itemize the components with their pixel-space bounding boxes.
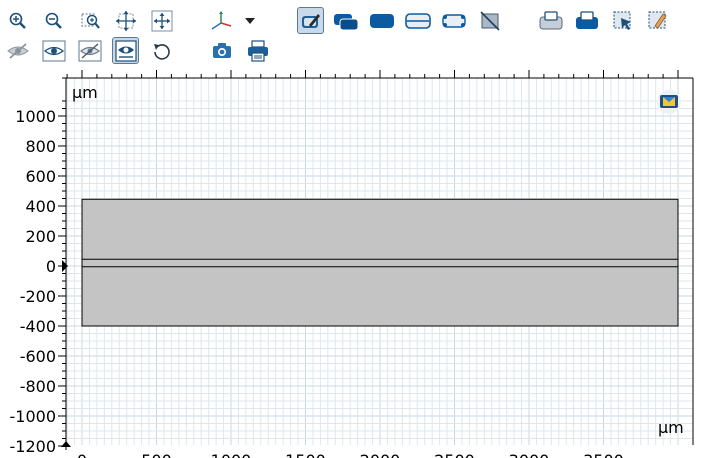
zoom-box-icon [81, 13, 100, 29]
build-selected-icon [539, 11, 563, 30]
build-selected-button[interactable] [538, 8, 564, 34]
select-domains-button[interactable] [333, 8, 359, 34]
select-edges-icon [405, 13, 431, 29]
zoom-in-button[interactable] [5, 8, 31, 34]
x-tick-label: 500 [141, 451, 172, 458]
y-tick-label: 600 [25, 167, 56, 186]
select-points-button[interactable] [441, 8, 467, 34]
y-unit-label: µm [72, 83, 98, 102]
toggle-visibility-button[interactable] [112, 37, 139, 64]
x-tick-label: 1000 [211, 451, 252, 458]
eye-slash-icon [7, 43, 29, 59]
select-objects-icon [301, 13, 320, 28]
x-unit-label: µm [658, 418, 684, 437]
clear-selection-icon [480, 11, 500, 31]
y-tick-label: -600 [20, 347, 56, 366]
y-tick-label: 200 [25, 227, 56, 246]
axis-orientation-dropdown[interactable] [241, 8, 259, 34]
x-tick-label: 2500 [434, 451, 475, 458]
zoom-in-icon [9, 12, 26, 29]
x-tick-label: 2000 [360, 451, 401, 458]
y-tick-label: -200 [20, 287, 56, 306]
y-tick-label: 0 [46, 257, 56, 276]
camera-icon [213, 43, 231, 58]
select-box-icon [613, 11, 631, 30]
select-points-icon [442, 14, 466, 28]
paint-selection-button[interactable] [645, 8, 671, 34]
build-all-icon [576, 11, 598, 29]
geometry-plot[interactable]: 10008006004002000-200-400-600-800-1000-1… [0, 68, 712, 458]
printer-icon [248, 40, 268, 62]
zoom-selected-icon [116, 11, 136, 31]
graphics-toolbar [0, 0, 712, 69]
zoom-out-button[interactable] [41, 8, 67, 34]
select-box-button[interactable] [610, 8, 636, 34]
eye-hidden-icon [78, 40, 102, 62]
select-boundaries-button[interactable] [369, 8, 395, 34]
paint-selection-icon [648, 11, 667, 29]
view-cube-icon[interactable] [657, 90, 681, 114]
show-button[interactable] [41, 38, 67, 64]
show-hidden-button[interactable] [77, 38, 103, 64]
geometry[interactable] [81, 198, 679, 327]
geometry-domain[interactable] [81, 198, 679, 327]
zoom-box-button[interactable] [78, 8, 104, 34]
y-tick-label: 400 [25, 197, 56, 216]
build-all-button[interactable] [574, 8, 600, 34]
y-tick-label: -800 [20, 377, 56, 396]
y-tick-label: -1200 [10, 437, 57, 456]
select-objects-button[interactable] [297, 7, 324, 34]
y-tick-label: 1000 [15, 107, 56, 126]
zoom-out-icon [45, 12, 62, 29]
zoom-extents-button[interactable] [149, 8, 175, 34]
clear-selection-button[interactable] [477, 8, 503, 34]
xyz-axis-icon [211, 11, 232, 30]
reset-icon [154, 44, 170, 60]
zoom-selected-button[interactable] [113, 8, 139, 34]
hide-button[interactable] [5, 38, 31, 64]
select-edges-button[interactable] [405, 8, 431, 34]
image-snapshot-button[interactable] [209, 38, 235, 64]
x-tick-label: 1500 [285, 451, 326, 458]
x-tick-label: 3000 [509, 451, 550, 458]
axis-orientation-button[interactable] [208, 8, 234, 34]
eye-icon [42, 40, 66, 62]
reset-view-button[interactable] [149, 38, 175, 64]
chevron-down-icon [245, 18, 255, 24]
y-tick-label: -400 [20, 317, 56, 336]
select-boundaries-icon [370, 14, 394, 28]
y-tick-label: -1000 [10, 407, 57, 426]
graphics-window[interactable]: 1000 800 600 400 200 0 -200 -400 -600 -800 -1000 -1… [0, 68, 712, 458]
x-tick-label: 3500 [583, 451, 624, 458]
print-button[interactable] [245, 38, 271, 64]
zoom-extents-icon [151, 10, 173, 32]
x-tick-label: 0 [77, 451, 87, 458]
select-domains-icon [334, 14, 359, 31]
y-tick-label: 800 [25, 137, 56, 156]
eye-toggle-icon [114, 39, 137, 62]
